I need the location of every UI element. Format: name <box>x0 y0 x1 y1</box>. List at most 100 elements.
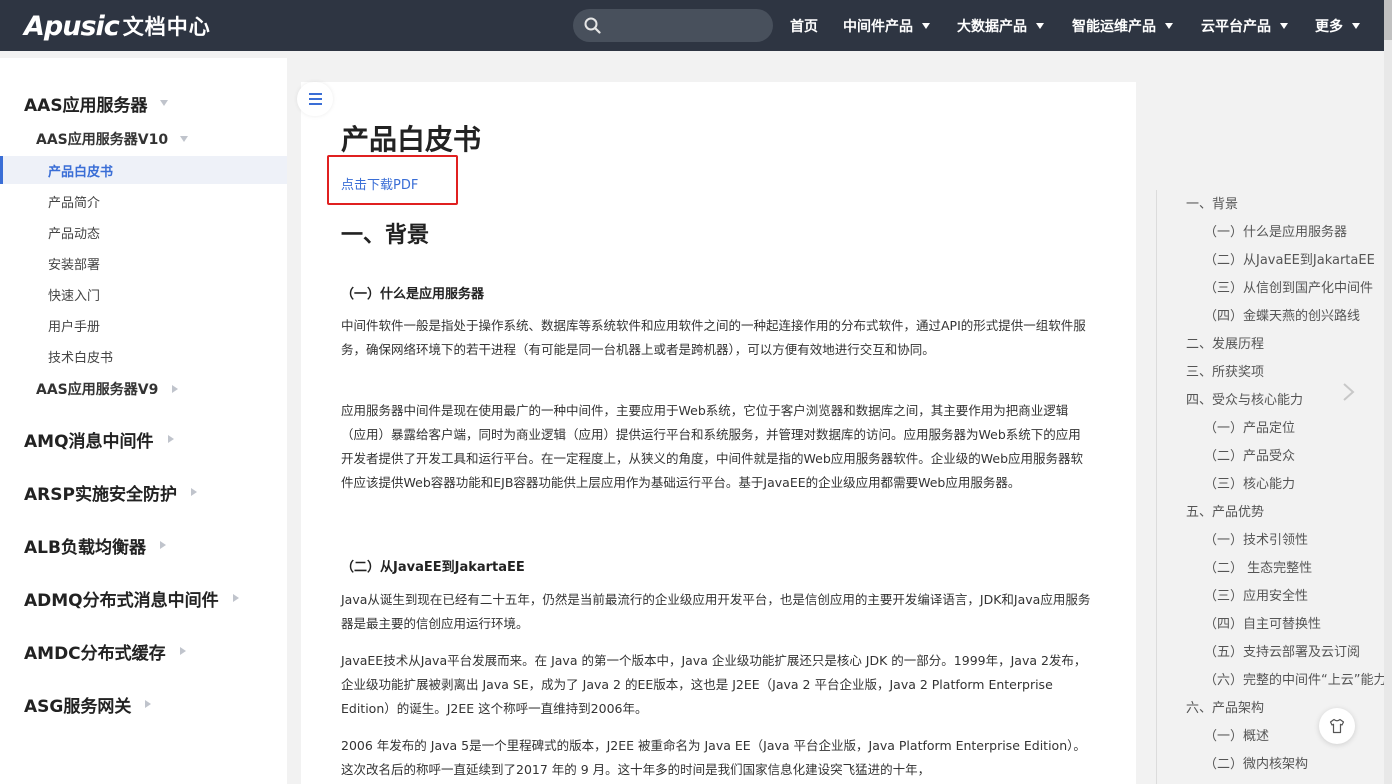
sidebar-item-label: 用户手册 <box>48 319 101 335</box>
sidebar-item-whitepaper[interactable]: 产品白皮书 <box>0 156 287 184</box>
toc-item[interactable]: （一）概述 <box>1186 724 1386 752</box>
sidebar-item-label: AMDC分布式缓存 <box>24 643 166 664</box>
toc-item[interactable]: 五、产品优势 <box>1186 500 1386 528</box>
sidebar-item-label: AMQ消息中间件 <box>24 431 154 452</box>
section-heading: 一、背景 <box>341 223 430 248</box>
menu-toggle-button[interactable] <box>297 82 333 116</box>
nav-home[interactable]: 首页 <box>790 0 818 51</box>
paragraph: Java从诞生到现在已经有二十五年，仍然是当前最流行的企业级应用开发平台，也是信… <box>341 592 1091 631</box>
sidebar-item-label: 产品动态 <box>48 226 101 242</box>
toc-item[interactable]: 二、发展历程 <box>1186 332 1386 360</box>
caret-right-icon <box>232 594 239 602</box>
menu-icon-bar <box>309 103 322 105</box>
sidebar-item-label: ALB负载均衡器 <box>24 537 146 558</box>
toc-item[interactable]: （六）完整的中间件“上云”能力 <box>1186 668 1386 696</box>
search-icon <box>584 17 601 34</box>
scrollbar[interactable] <box>1384 0 1392 784</box>
caret-down-icon <box>159 100 168 106</box>
theme-button[interactable] <box>1319 708 1355 744</box>
nav-label: 中间件产品 <box>843 18 913 35</box>
scrollbar-thumb[interactable] <box>1384 0 1392 40</box>
caret-right-icon <box>159 541 166 549</box>
paragraph: 应用服务器中间件是现在使用最广的一种中间件，主要应用于Web系统，它位于客户浏览… <box>341 403 1084 490</box>
sidebar-item-aas[interactable]: AAS应用服务器 <box>0 88 287 118</box>
sidebar-item-admq[interactable]: ADMQ分布式消息中间件 <box>0 583 287 613</box>
sidebar-item-label: ADMQ分布式消息中间件 <box>24 590 219 611</box>
sidebar-item-label: 快速入门 <box>48 288 101 304</box>
nav-more[interactable]: 更多 <box>1315 0 1360 51</box>
sidebar: AAS应用服务器 AAS应用服务器V10 产品白皮书 产品简介 产品动态 安装部… <box>0 58 287 784</box>
sidebar-item-label: 产品简介 <box>48 195 101 211</box>
sidebar-item-intro[interactable]: 产品简介 <box>0 187 287 215</box>
paragraph: 中间件软件一般是指处于操作系统、数据库等系统软件和应用软件之间的一种起连接作用的… <box>341 318 1086 357</box>
caret-down-icon <box>922 22 930 29</box>
subsection-heading: （一）什么是应用服务器 <box>341 287 485 302</box>
menu-icon-bar <box>309 98 322 100</box>
toc-item[interactable]: 一、背景 <box>1186 192 1386 220</box>
toc-item[interactable]: （一）技术引领性 <box>1186 528 1386 556</box>
sidebar-item-label: AAS应用服务器 <box>24 95 148 116</box>
logo-subtitle: 文档中心 <box>122 15 211 39</box>
paragraph: JavaEE技术从Java平台发展而来。在 Java 的第一个版本中，Java … <box>341 653 1087 716</box>
sidebar-item-asg[interactable]: ASG服务网关 <box>0 689 287 719</box>
caret-right-icon <box>179 647 186 655</box>
sidebar-item-amdc[interactable]: AMDC分布式缓存 <box>0 636 287 666</box>
sidebar-item-aas-v10[interactable]: AAS应用服务器V10 <box>0 126 287 152</box>
article: 产品白皮书 点击下载PDF 一、背景 （一）什么是应用服务器 中间件软件一般是指… <box>301 82 1136 784</box>
page-title: 产品白皮书 <box>341 123 482 156</box>
sidebar-item-aas-v9[interactable]: AAS应用服务器V9 <box>0 376 287 402</box>
caret-right-icon <box>172 385 179 393</box>
toc-item[interactable]: （四）金蝶天燕的创兴路线 <box>1186 304 1386 332</box>
logo-mark: Apusic <box>24 10 120 42</box>
sidebar-item-tech-whitepaper[interactable]: 技术白皮书 <box>0 342 287 370</box>
search-input[interactable] <box>573 9 773 42</box>
toc-item[interactable]: （三）应用安全性 <box>1186 584 1386 612</box>
nav-label: 云平台产品 <box>1201 18 1271 35</box>
logo[interactable]: Apusic 文档中心 <box>24 10 211 42</box>
sidebar-item-quickstart[interactable]: 快速入门 <box>0 280 287 308</box>
caret-down-icon <box>180 136 189 142</box>
sidebar-item-label: 产品白皮书 <box>48 164 114 180</box>
nav-aiops[interactable]: 智能运维产品 <box>1072 0 1173 51</box>
toc-item[interactable]: （三）从信创到国产化中间件 <box>1186 276 1386 304</box>
nav-cloud[interactable]: 云平台产品 <box>1201 0 1288 51</box>
sidebar-item-news[interactable]: 产品动态 <box>0 218 287 246</box>
toc-item[interactable]: （二）从JavaEE到JakartaEE <box>1186 248 1386 276</box>
nav-label: 更多 <box>1315 18 1343 35</box>
sidebar-item-arsp[interactable]: ARSP实施安全防护 <box>0 477 287 507</box>
toc-item[interactable]: （二） 生态完整性 <box>1186 556 1386 584</box>
caret-right-icon <box>145 700 152 708</box>
toc-item[interactable]: （二）微内核架构 <box>1186 752 1386 780</box>
shirt-icon <box>1329 718 1345 734</box>
toc-item[interactable]: （四）自主可替换性 <box>1186 612 1386 640</box>
sidebar-item-label: ASG服务网关 <box>24 696 132 717</box>
caret-down-icon <box>1036 22 1044 29</box>
menu-icon <box>309 93 322 95</box>
top-bar: Apusic 文档中心 首页 中间件产品 大数据产品 智能运维产品 云平台产品 … <box>0 0 1392 51</box>
sidebar-item-label: 技术白皮书 <box>48 350 114 366</box>
nav-label: 首页 <box>790 18 818 35</box>
download-pdf-link[interactable]: 点击下载PDF <box>341 174 418 193</box>
sidebar-item-install[interactable]: 安装部署 <box>0 249 287 277</box>
toc-item[interactable]: （一）什么是应用服务器 <box>1186 220 1386 248</box>
toc-item[interactable]: 六、产品架构 <box>1186 696 1386 724</box>
sidebar-item-alb[interactable]: ALB负载均衡器 <box>0 530 287 560</box>
nav-bigdata[interactable]: 大数据产品 <box>957 0 1044 51</box>
sidebar-item-manual[interactable]: 用户手册 <box>0 311 287 339</box>
toc-item[interactable]: （五）支持云部署及云订阅 <box>1186 640 1386 668</box>
nav-label: 大数据产品 <box>957 18 1027 35</box>
caret-right-icon <box>167 435 174 443</box>
nav-middleware[interactable]: 中间件产品 <box>843 0 930 51</box>
toc-item[interactable]: （三）核心能力 <box>1186 472 1386 500</box>
caret-down-icon <box>1165 22 1173 29</box>
toc-item[interactable]: （一）产品定位 <box>1186 416 1386 444</box>
toc-divider <box>1156 190 1157 784</box>
caret-down-icon <box>1280 22 1288 29</box>
toc-item[interactable]: （二）产品受众 <box>1186 444 1386 472</box>
sidebar-item-amq[interactable]: AMQ消息中间件 <box>0 424 287 454</box>
sidebar-item-label: AAS应用服务器V10 <box>36 132 169 148</box>
table-of-contents: 一、背景 （一）什么是应用服务器 （二）从JavaEE到JakartaEE （三）从信… <box>1186 192 1386 784</box>
paragraph: 2006 年发布的 Java 5是一个里程碑式的版本，J2EE 被重命名为 Ja… <box>341 738 1086 777</box>
caret-right-icon <box>190 488 197 496</box>
chevron-right-icon[interactable] <box>1340 382 1358 402</box>
